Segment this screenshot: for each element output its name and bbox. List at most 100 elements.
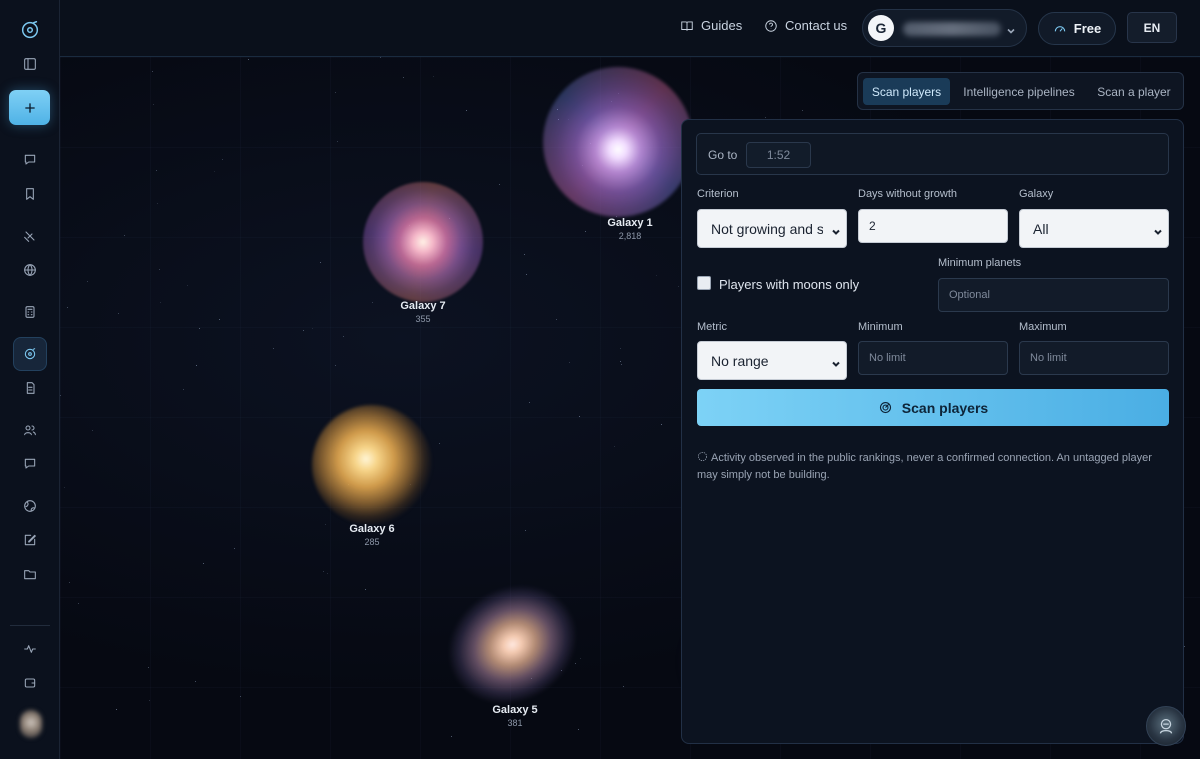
star-dot	[222, 159, 223, 160]
contact-link[interactable]: Contact us	[764, 18, 847, 33]
galaxy-name: Galaxy 6	[349, 523, 395, 535]
star-dot	[320, 262, 321, 263]
guides-label: Guides	[701, 18, 743, 33]
account-menu[interactable]: G	[862, 9, 1027, 47]
min-planets-label: Minimum planets	[938, 257, 1022, 269]
panel-toggle-icon[interactable]	[13, 47, 47, 81]
maximum-input[interactable]: No limit	[1019, 341, 1169, 375]
star-dot	[203, 563, 204, 564]
star-dot	[152, 71, 153, 72]
star-dot	[678, 286, 679, 287]
galaxy-1-image[interactable]	[543, 67, 693, 217]
plan-button[interactable]: Free	[1038, 12, 1116, 45]
folder-icon[interactable]	[13, 557, 47, 591]
galaxy-select[interactable]: All	[1019, 209, 1169, 248]
language-button[interactable]: EN	[1127, 12, 1177, 43]
galaxy-6-label[interactable]: Galaxy 6 285	[312, 523, 432, 547]
document-icon[interactable]	[13, 371, 47, 405]
tab-intelligence-pipelines[interactable]: Intelligence pipelines	[956, 78, 1082, 105]
star-dot	[556, 319, 557, 320]
message-icon[interactable]	[13, 447, 47, 481]
star-dot	[248, 59, 249, 60]
star-dot	[335, 365, 336, 366]
minimum-input[interactable]: No limit	[858, 341, 1008, 375]
star-dot	[273, 348, 274, 349]
star-dot	[524, 254, 525, 255]
galaxy-6-image[interactable]	[312, 405, 432, 525]
star-dot	[199, 328, 200, 329]
users-icon[interactable]	[13, 413, 47, 447]
star-dot	[195, 681, 196, 682]
astronaut-icon	[1159, 718, 1173, 734]
calculator-icon[interactable]	[13, 295, 47, 329]
min-planets-input[interactable]: Optional	[938, 278, 1169, 312]
star-dot	[64, 487, 65, 488]
tab-scan-players[interactable]: Scan players	[863, 78, 950, 105]
star-dot	[614, 446, 615, 447]
star-dot	[69, 582, 70, 583]
star-dot	[148, 667, 149, 668]
galaxy-icon[interactable]	[13, 337, 47, 371]
star-dot	[92, 430, 93, 431]
star-dot	[403, 77, 404, 78]
star-dot	[87, 281, 88, 282]
user-avatar[interactable]	[20, 710, 42, 738]
info-icon	[698, 452, 707, 461]
star-dot	[575, 663, 576, 664]
metric-select[interactable]: No range	[697, 341, 847, 380]
star-dot	[525, 530, 526, 531]
scan-players-button[interactable]: Scan players	[697, 389, 1169, 426]
moons-label: Players with moons only	[719, 277, 860, 292]
star-dot	[439, 443, 440, 444]
scan-panel: Go to 1:52 Criterion Days without growth…	[681, 119, 1184, 744]
help-icon	[765, 19, 777, 32]
world-icon[interactable]	[13, 489, 47, 523]
star-dot	[529, 402, 530, 403]
star-dot	[187, 285, 188, 286]
guides-link[interactable]: Guides	[680, 18, 742, 33]
goto-input[interactable]: 1:52	[746, 142, 811, 168]
star-dot	[60, 395, 61, 396]
gauge-icon	[1054, 25, 1065, 32]
star-dot	[124, 235, 125, 236]
chat-icon[interactable]	[13, 143, 47, 177]
globe-icon[interactable]	[13, 253, 47, 287]
star-dot	[343, 336, 344, 337]
star-dot	[219, 319, 220, 320]
chevron-down-icon	[831, 356, 841, 367]
star-dot	[1184, 646, 1185, 647]
star-dot	[196, 365, 197, 366]
days-input[interactable]: 2	[858, 209, 1008, 243]
galaxy-count: 355	[415, 314, 431, 324]
edit-icon[interactable]	[13, 523, 47, 557]
galaxy-count: 381	[507, 718, 523, 728]
metric-value: No range	[711, 352, 769, 369]
new-button[interactable]	[9, 90, 50, 125]
wallet-icon[interactable]	[13, 666, 47, 700]
satellite-icon[interactable]	[13, 219, 47, 253]
galaxy-name: Galaxy 5	[492, 704, 538, 716]
assistant-avatar[interactable]	[1146, 706, 1186, 746]
chevron-down-icon	[1006, 23, 1016, 34]
star-dot	[569, 362, 570, 363]
galaxy-5-label[interactable]: Galaxy 5 381	[455, 704, 575, 728]
star-dot	[67, 307, 68, 308]
activity-icon[interactable]	[13, 632, 47, 666]
galaxy-7-image[interactable]	[363, 182, 483, 302]
contact-label: Contact us	[785, 18, 848, 33]
star-dot	[380, 57, 381, 58]
star-dot	[149, 700, 150, 701]
galaxy-7-label[interactable]: Galaxy 7 355	[363, 300, 483, 324]
bookmark-icon[interactable]	[13, 177, 47, 211]
star-dot	[312, 328, 313, 329]
star-dot	[153, 104, 154, 105]
tab-scan-a-player[interactable]: Scan a player	[1090, 78, 1178, 105]
days-label: Days without growth	[858, 188, 958, 200]
criterion-select[interactable]: Not growing and s	[697, 209, 847, 248]
galaxy-1-label[interactable]: Galaxy 1 2,818	[570, 217, 690, 241]
moons-checkbox[interactable]	[697, 276, 711, 290]
note-text: Activity observed in the public rankings…	[697, 452, 1152, 481]
star-dot	[656, 275, 657, 276]
logo-icon[interactable]	[13, 13, 47, 47]
star-dot	[466, 110, 467, 111]
